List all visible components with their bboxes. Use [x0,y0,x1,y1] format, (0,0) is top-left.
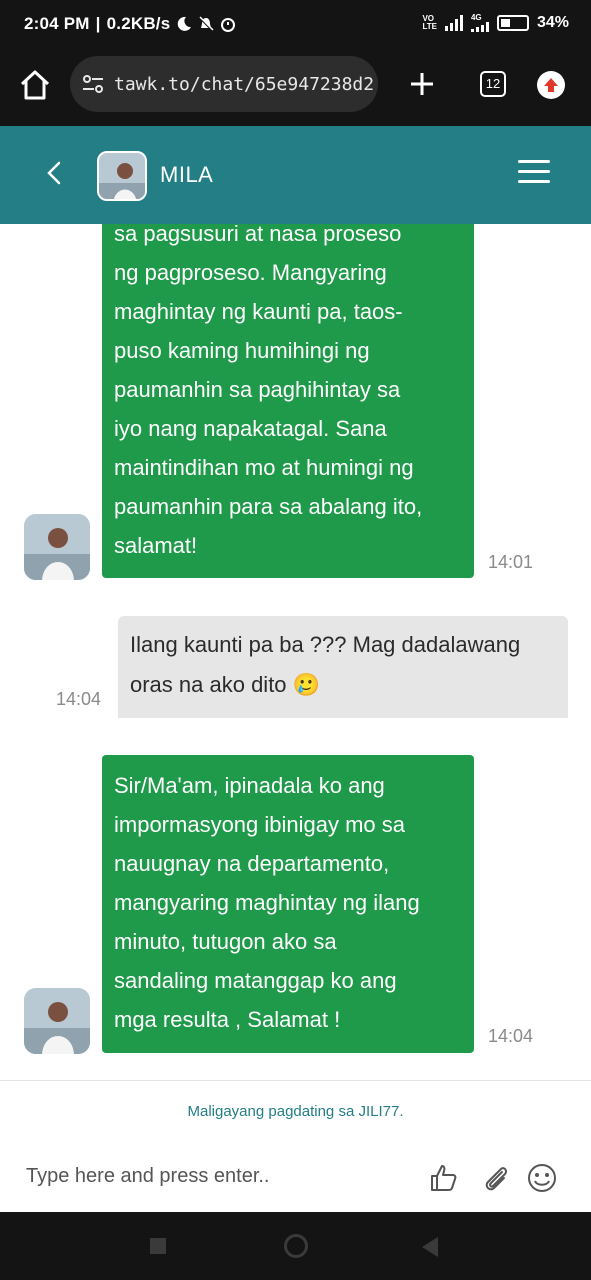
plus-icon [411,73,433,95]
message-time: 14:04 [56,689,102,709]
home-button[interactable] [284,1234,308,1258]
message-avatar [24,514,90,580]
message-input[interactable] [14,1154,404,1198]
agent-name: MILA [160,162,214,187]
url-text: tawk.to/chat/65e947238d2 [114,73,375,95]
back-button[interactable] [422,1237,438,1257]
update-button[interactable] [537,71,565,99]
network-speed: 0.2KB/s [106,14,171,33]
status-left: 2:04 PM | 0.2KB/s [24,14,236,34]
browser-toolbar: tawk.to/chat/65e947238d2 12 [0,50,591,126]
emoji-icon[interactable] [526,1162,558,1194]
alarm-icon [221,18,236,32]
back-arrow-icon[interactable] [40,158,70,188]
system-nav-bar [0,1212,591,1280]
agent-message-bubble: Sir/Ma'am, ipinadala ko ang impormasyong… [102,755,474,1053]
welcome-text: Maligayang pagdating sa JILI77. [0,1080,591,1140]
thumbs-up-icon[interactable] [428,1162,460,1194]
message-time: 14:04 [488,1026,534,1046]
volte-badge: VO LTE [422,14,437,31]
message-composer [0,1140,591,1212]
mute-bell-icon [199,16,214,31]
battery-percent: 34% [536,14,569,31]
update-icon [544,78,558,92]
status-right: VO LTE 4G 34% [422,14,569,32]
message-avatar [24,988,90,1054]
avatar-photo [99,153,145,199]
hamburger-menu-icon[interactable] [518,160,550,186]
home-icon[interactable] [18,68,52,102]
message-time: 14:01 [488,552,534,572]
new-tab-button[interactable] [408,64,436,104]
address-bar[interactable]: tawk.to/chat/65e947238d2 [70,56,378,112]
status-bar: 2:04 PM | 0.2KB/s VO LTE 4G 34% [0,0,591,50]
chat-header: MILA [0,126,591,224]
recents-button[interactable] [150,1238,166,1254]
message-list[interactable]: sa pagsusuri at nasa proseso ng pagprose… [0,224,591,1080]
agent-avatar [97,151,147,201]
signal-icon [444,15,463,31]
avatar-photo [24,514,90,580]
tabs-button[interactable]: 12 [480,71,506,97]
avatar-photo [24,988,90,1054]
status-time: 2:04 PM [24,14,90,33]
signal-icon-2 [470,22,489,32]
agent-message-bubble: sa pagsusuri at nasa proseso ng pagprose… [102,224,474,578]
moon-icon [178,16,192,31]
site-settings-icon[interactable] [80,71,106,97]
lte-label: 4G [470,13,482,22]
battery-icon [496,15,529,31]
paperclip-icon[interactable] [480,1162,512,1194]
user-message-bubble: Ilang kaunti pa ba ??? Mag dadalawang or… [118,616,568,718]
